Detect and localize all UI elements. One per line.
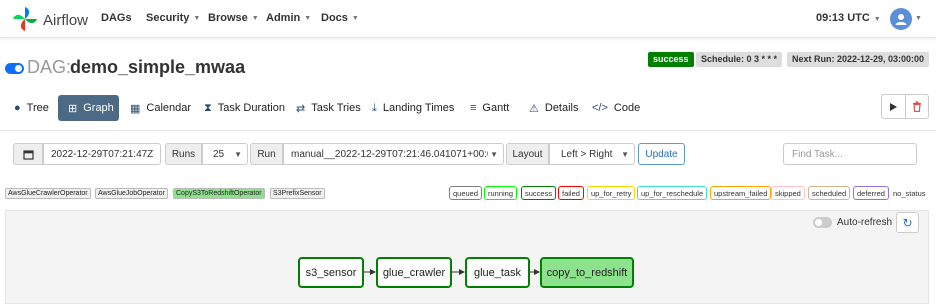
task-node-label: glue_task: [473, 266, 522, 279]
task-node-label: s3_sensor: [305, 266, 357, 279]
task-node-label: glue_crawler: [382, 266, 446, 279]
task-node-label: copy_to_redshift: [546, 266, 628, 279]
task-node-glue-task[interactable]: glue_task: [465, 257, 530, 288]
task-node-s3-sensor[interactable]: s3_sensor: [298, 257, 364, 288]
task-node-glue-crawler[interactable]: glue_crawler: [376, 257, 452, 288]
task-node-copy-to-redshift[interactable]: copy_to_redshift: [540, 257, 634, 288]
